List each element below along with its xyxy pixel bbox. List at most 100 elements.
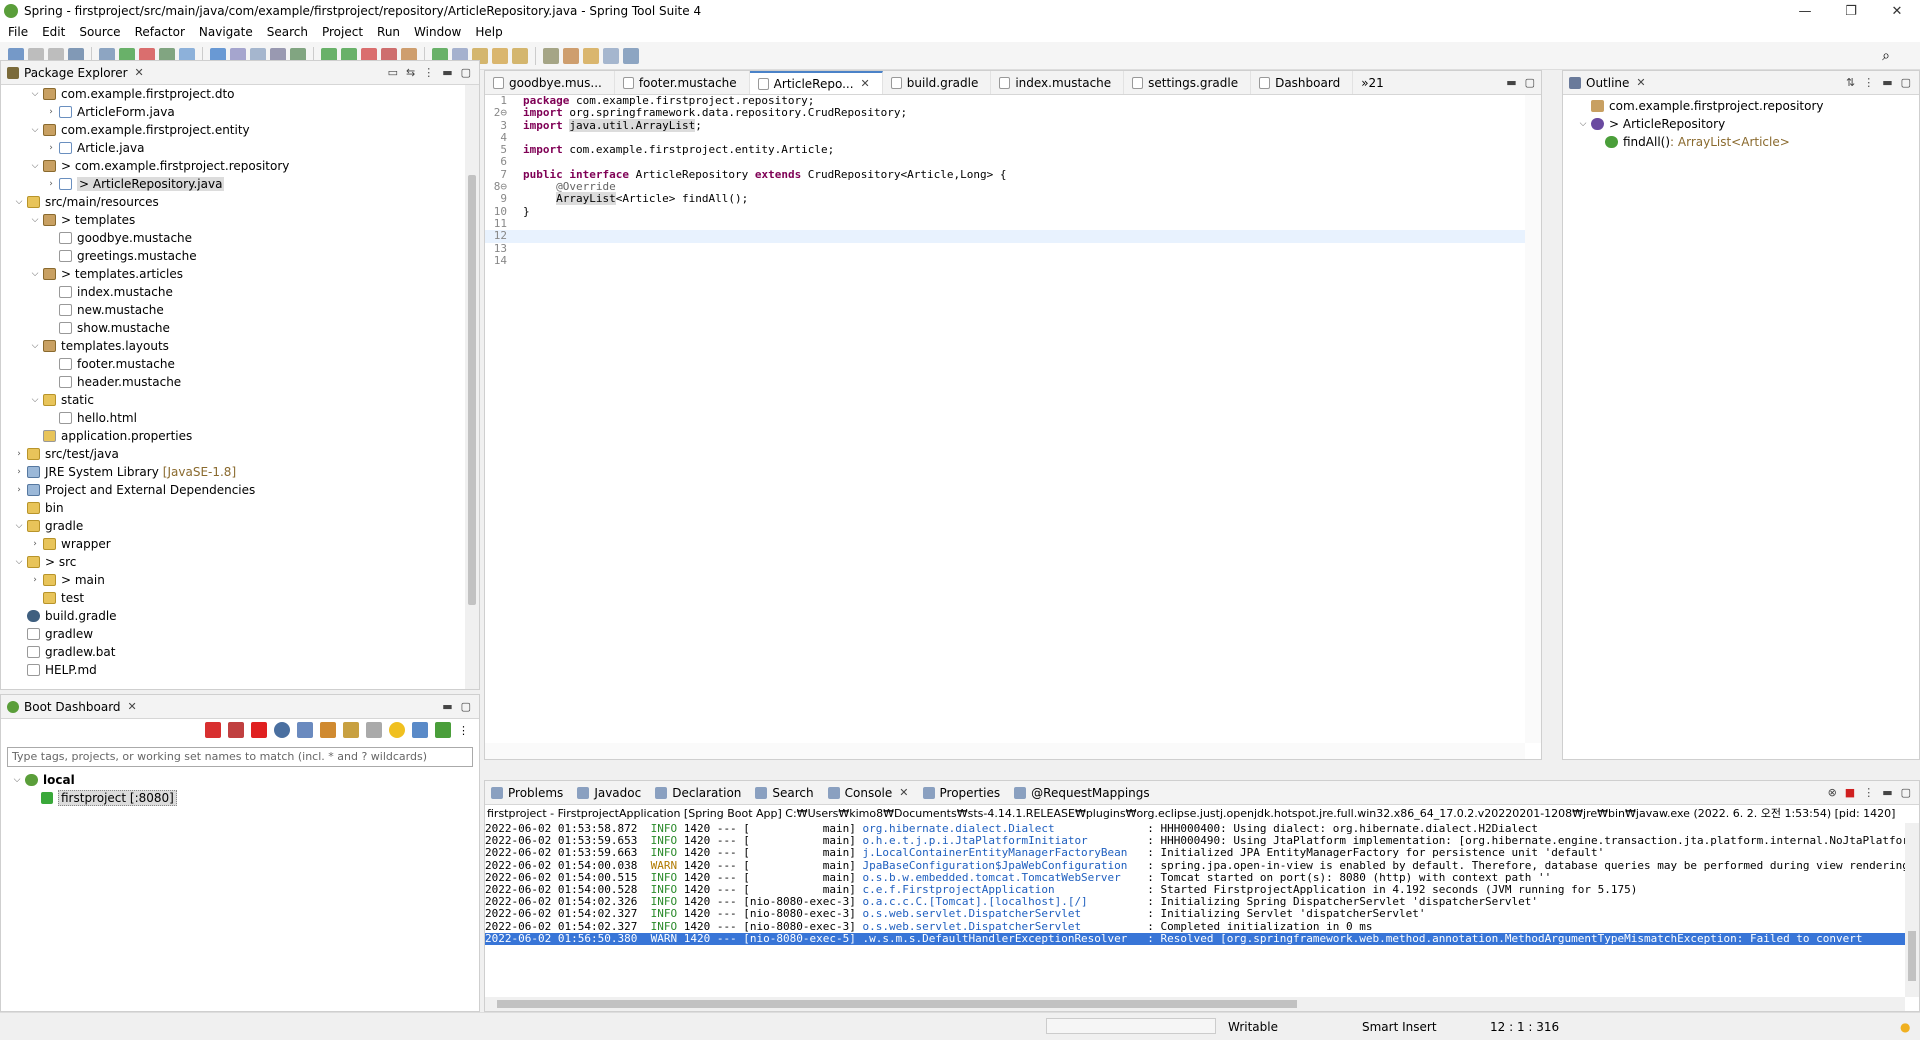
tree-item[interactable]: ⌵ > src (1, 553, 465, 571)
expand-icon[interactable]: ⌵ (13, 197, 25, 207)
console-line[interactable]: 2022-06-02 01:54:00.515 INFO 1420 --- [ … (485, 872, 1905, 884)
sort-icon[interactable]: ⇅ (1846, 76, 1855, 89)
maximize-view-icon[interactable]: ▢ (1525, 76, 1535, 89)
minimize-view-icon[interactable]: ▬ (1506, 76, 1516, 89)
console-tab-console[interactable]: Console ✕ (827, 786, 909, 800)
tree-item[interactable]: test (1, 589, 465, 607)
tree-item[interactable]: application.properties (1, 427, 465, 445)
terminate-icon[interactable]: ■ (1845, 786, 1855, 799)
search-icon[interactable]: ⌕ (1882, 48, 1890, 64)
console-line[interactable]: 2022-06-02 01:53:58.872 INFO 1420 --- [ … (485, 823, 1905, 835)
maximize-view-icon[interactable]: ▢ (461, 700, 471, 713)
console-tab-problems[interactable]: Problems (491, 786, 563, 800)
log-logger[interactable]: o.s.web.servlet.DispatcherServlet (863, 921, 1148, 933)
log-logger[interactable]: .w.s.m.s.DefaultHandlerExceptionResolver (863, 933, 1148, 945)
maximize-view-icon[interactable]: ▢ (1901, 786, 1911, 799)
close-icon[interactable]: ✕ (861, 77, 870, 90)
code-line[interactable]: 9 ArrayList<Article> findAll(); (485, 192, 1525, 206)
editor-tab[interactable]: index.mustache (991, 71, 1125, 94)
maximize-button[interactable]: ❐ (1828, 0, 1874, 22)
menu-navigate[interactable]: Navigate (199, 25, 253, 39)
close-icon[interactable]: ✕ (128, 700, 137, 713)
tree-item[interactable]: › src/test/java (1, 445, 465, 463)
maximize-view-icon[interactable]: ▢ (461, 66, 471, 79)
tree-item[interactable]: ⌵ src/main/resources (1, 193, 465, 211)
tree-item[interactable]: build.gradle (1, 607, 465, 625)
bulb-icon[interactable] (389, 722, 405, 738)
boot-filter-input[interactable]: Type tags, projects, or working set name… (7, 747, 473, 767)
restart-icon[interactable] (228, 722, 244, 738)
menu-source[interactable]: Source (79, 25, 120, 39)
tree-item[interactable]: index.mustache (1, 283, 465, 301)
debug-icon[interactable] (274, 722, 290, 738)
expand-icon[interactable]: › (13, 485, 25, 495)
minimize-view-icon[interactable]: ▬ (1882, 76, 1892, 89)
console-line[interactable]: 2022-06-02 01:53:59.663 INFO 1420 --- [ … (485, 847, 1905, 859)
expand-icon[interactable]: ⌵ (1577, 119, 1589, 129)
boot-app-node[interactable]: firstproject [:8080] (1, 789, 479, 807)
view-menu-icon[interactable]: ⋮ (1863, 76, 1874, 89)
tree-item[interactable]: ⌵ com.example.firstproject.entity (1, 121, 465, 139)
tree-item[interactable]: HELP.md (1, 661, 465, 679)
code-line[interactable]: 12 (485, 229, 1525, 243)
add-icon[interactable] (435, 722, 451, 738)
expand-icon[interactable]: ⌵ (29, 125, 41, 135)
editor-hscroll[interactable] (485, 743, 1525, 759)
console-line[interactable]: 2022-06-02 01:54:02.327 INFO 1420 --- [n… (485, 908, 1905, 920)
minimize-view-icon[interactable]: ▬ (442, 66, 452, 79)
log-logger[interactable]: o.s.b.w.embedded.tomcat.TomcatWebServer (863, 872, 1148, 884)
expand-icon[interactable]: ⌵ (29, 215, 41, 225)
pin-editor-icon[interactable] (623, 47, 639, 64)
expand-icon[interactable]: ⌵ (13, 557, 25, 567)
editor-tab[interactable]: settings.gradle (1124, 71, 1252, 94)
tree-item[interactable]: ⌵ > com.example.firstproject.repository (1, 157, 465, 175)
outline-item[interactable]: ⌵ > ArticleRepository (1563, 115, 1919, 133)
menu-run[interactable]: Run (377, 25, 400, 39)
tree-item[interactable]: ⌵ > templates (1, 211, 465, 229)
editor-tabs-overflow[interactable]: »21 (1353, 71, 1396, 94)
close-icon[interactable]: ✕ (135, 66, 144, 79)
console-tab-search[interactable]: Search (755, 786, 814, 800)
tree-item[interactable]: greetings.mustache (1, 247, 465, 265)
maximize-view-icon[interactable]: ▢ (1901, 76, 1911, 89)
code-line[interactable]: 10} (485, 205, 1525, 218)
console-line[interactable]: 2022-06-02 01:53:59.653 INFO 1420 --- [ … (485, 835, 1905, 847)
console-tab-requestmappings[interactable]: @RequestMappings (1014, 786, 1150, 800)
menu-search[interactable]: Search (267, 25, 308, 39)
console-output[interactable]: 2022-06-02 01:53:58.872 INFO 1420 --- [ … (485, 823, 1905, 997)
view-menu-icon[interactable]: ⋮ (458, 724, 469, 737)
close-window-button[interactable]: ✕ (1874, 0, 1920, 22)
expand-icon[interactable]: ⌵ (29, 89, 41, 99)
code-line[interactable]: 3 import java.util.ArrayList; (485, 118, 1525, 132)
log-logger[interactable]: j.LocalContainerEntityManagerFactoryBean (863, 847, 1148, 859)
menu-file[interactable]: File (8, 25, 28, 39)
prev-icon[interactable] (563, 47, 579, 64)
scrollbar-thumb[interactable] (468, 175, 476, 605)
tree-item[interactable]: › wrapper (1, 535, 465, 553)
tree-item[interactable]: footer.mustache (1, 355, 465, 373)
tree-item[interactable]: › Article.java (1, 139, 465, 157)
log-logger[interactable]: o.s.web.servlet.DispatcherServlet (863, 908, 1148, 920)
expand-icon[interactable]: ⌵ (11, 775, 23, 785)
minimize-view-icon[interactable]: ▬ (1882, 786, 1892, 799)
filter-icon[interactable] (412, 722, 428, 738)
tree-item[interactable]: › JRE System Library [JavaSE-1.8] (1, 463, 465, 481)
boot-dashboard-title[interactable]: Boot Dashboard (24, 700, 121, 714)
tree-item[interactable]: › ArticleForm.java (1, 103, 465, 121)
tree-item[interactable]: new.mustache (1, 301, 465, 319)
expand-icon[interactable]: › (13, 449, 25, 459)
outline-item[interactable]: com.example.firstproject.repository (1563, 97, 1919, 115)
link-editor-icon[interactable]: ⇆ (406, 66, 415, 79)
next-icon[interactable] (543, 47, 559, 64)
minimize-button[interactable]: — (1782, 0, 1828, 22)
log-logger[interactable]: JpaBaseConfiguration$JpaWebConfiguration (863, 860, 1148, 872)
editor-tab[interactable]: footer.mustache (615, 71, 750, 94)
tree-item[interactable]: hello.html (1, 409, 465, 427)
tree-item[interactable]: show.mustache (1, 319, 465, 337)
expand-icon[interactable]: › (45, 107, 57, 117)
code-line[interactable]: 13 (485, 242, 1525, 255)
close-icon[interactable]: ✕ (899, 786, 908, 799)
log-logger[interactable]: org.hibernate.dialect.Dialect (863, 823, 1148, 835)
tree-item[interactable]: gradlew.bat (1, 643, 465, 661)
console-tab-javadoc[interactable]: Javadoc (577, 786, 641, 800)
